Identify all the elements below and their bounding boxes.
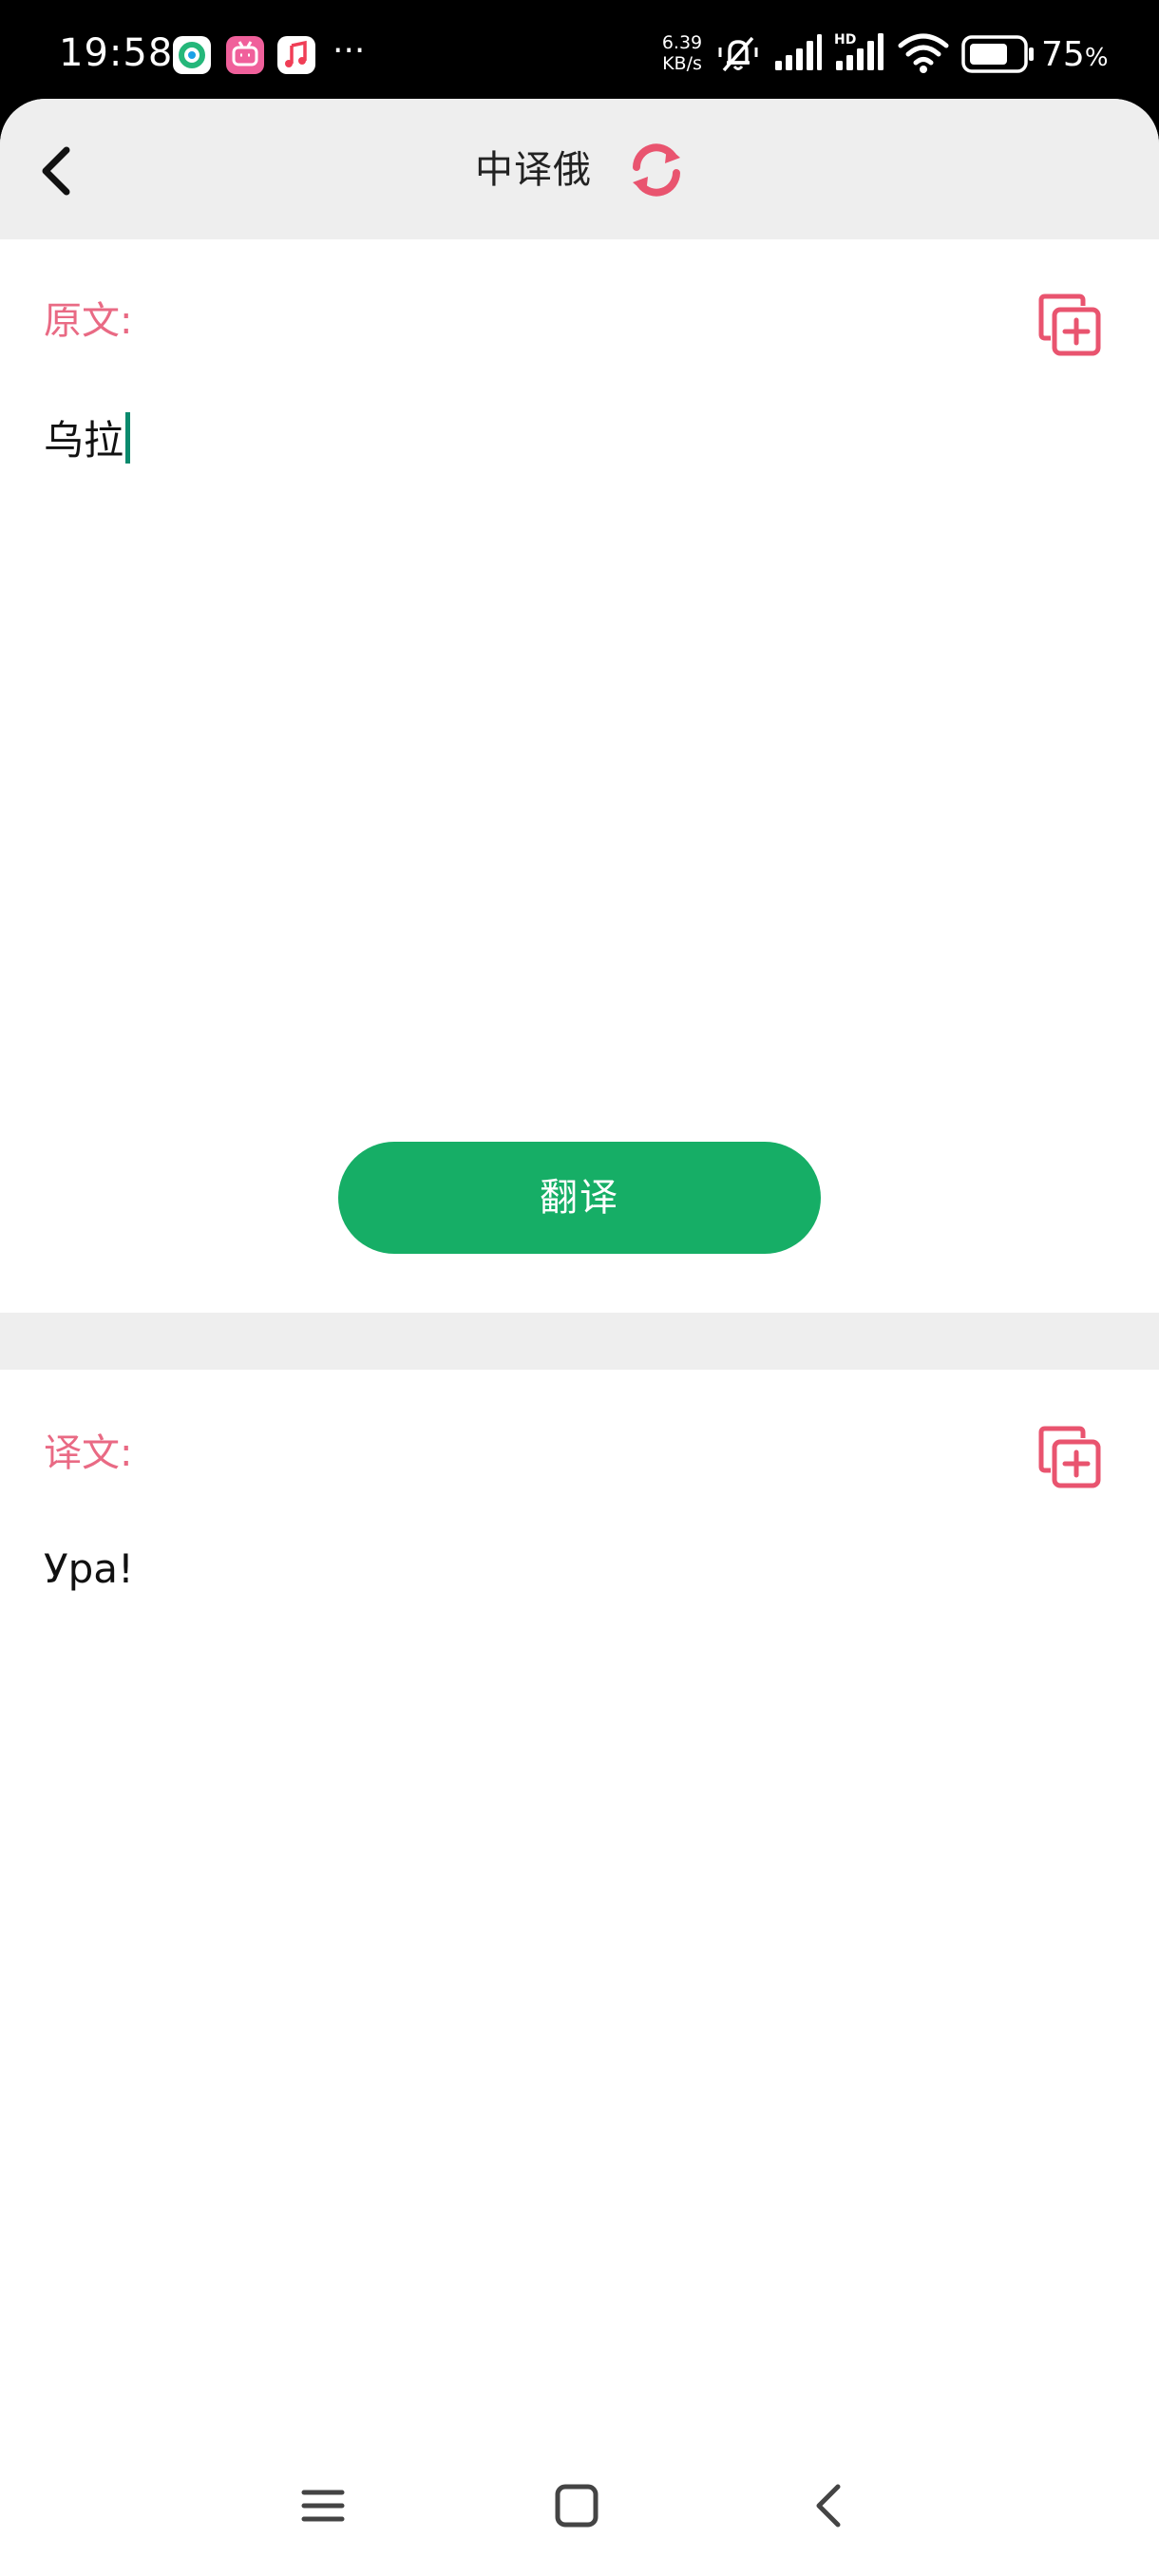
battery-value: 75 [1041,35,1085,74]
signal-hd-icon: HD [834,32,884,70]
section-divider [0,1313,1159,1370]
result-text: Ура! [44,1545,134,1592]
home-icon [555,2484,598,2528]
source-label: 原文: [44,299,133,343]
battery-icon [961,35,1034,73]
text-caret [125,412,131,464]
network-speed-value: 6.39 [661,32,703,53]
status-time: 19:58 [59,31,174,75]
network-speed-unit: KB/s [662,53,702,74]
recent-apps-button[interactable] [285,2468,361,2544]
home-button[interactable] [539,2468,615,2544]
signal-icon [775,34,822,70]
battery-unit: % [1084,44,1109,72]
mute-bell-icon [718,36,758,72]
copy-plus-icon [1038,294,1101,356]
back-icon [816,2484,841,2528]
wifi-icon [898,33,949,73]
source-text-value: 乌拉 [44,417,124,464]
bilibili-icon [226,36,264,74]
menu-icon [301,2490,345,2522]
header-bar: 中译俄 [0,99,1159,239]
music-icon [277,36,315,74]
page-title: 中译俄 [475,148,592,192]
swap-refresh-icon [633,143,680,197]
network-speed: 6.39 KB/s [657,32,707,74]
source-text-input[interactable]: 乌拉 [44,412,131,469]
copy-plus-icon [1038,1426,1101,1488]
source-copy-button[interactable] [1037,293,1104,359]
result-copy-button[interactable] [1037,1425,1104,1491]
translator-screen: 中译俄 原文: 乌拉 翻译 译文: Ура! [0,99,1159,2576]
translate-button[interactable]: 翻译 [338,1142,821,1254]
more-notifications: ··· [332,31,366,70]
qq-icon [173,36,211,74]
system-back-button[interactable] [792,2468,868,2544]
swap-language-button[interactable] [625,139,688,201]
hd-label: HD [834,32,856,47]
battery-percentage: 75% [1041,28,1109,85]
result-label: 译文: [44,1431,133,1475]
status-bar: 19:58 ··· 6.39 KB/s HD 75% [0,0,1159,104]
